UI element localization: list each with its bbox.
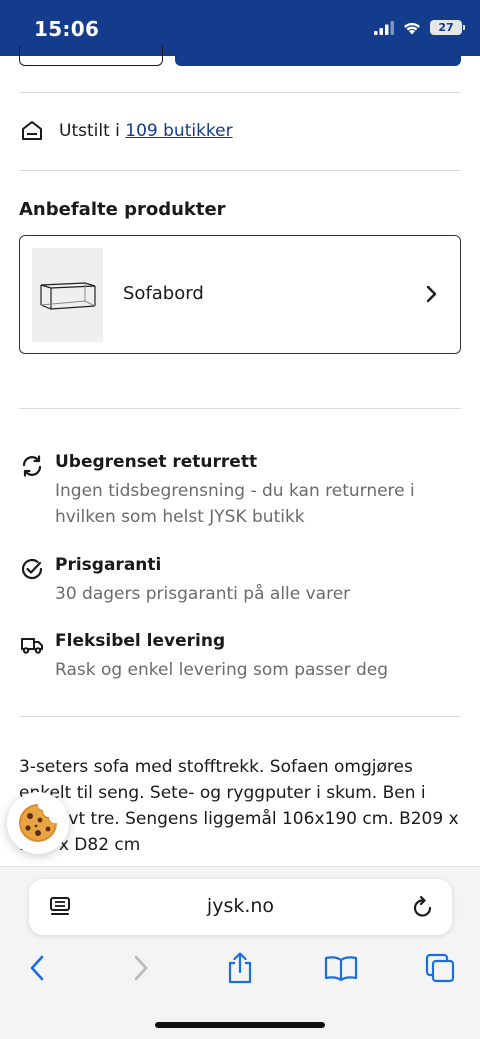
availability-prefix: Utstilt i bbox=[59, 121, 120, 141]
benefit-returns: Ubegrenset returrett Ingen tidsbegrensni… bbox=[19, 452, 461, 532]
forward-button[interactable] bbox=[126, 953, 156, 983]
wifi-icon bbox=[404, 22, 420, 34]
product-image bbox=[32, 248, 103, 342]
tabs-icon bbox=[425, 953, 455, 983]
home-indicator bbox=[155, 1022, 325, 1028]
benefit-text: 30 dagers prisgaranti på alle varer bbox=[55, 584, 351, 604]
share-button[interactable] bbox=[225, 952, 255, 984]
divider bbox=[19, 92, 461, 93]
product-card[interactable]: Sofabord bbox=[19, 235, 461, 354]
store-availability: Utstilt i 109 butikker bbox=[19, 118, 233, 144]
benefit-price-guarantee: Prisgaranti 30 dagers prisgaranti på all… bbox=[19, 555, 461, 605]
share-icon bbox=[228, 952, 252, 984]
coffee-table-image bbox=[39, 282, 96, 310]
benefit-delivery: Fleksibel levering Rask og enkel leverin… bbox=[19, 631, 461, 681]
bookmarks-icon bbox=[324, 956, 358, 981]
url-text: jysk.no bbox=[206, 895, 275, 917]
tabs-button[interactable] bbox=[425, 953, 455, 983]
benefit-text: Rask og enkel levering som passer deg bbox=[55, 660, 389, 680]
store-count-link[interactable]: 109 butikker bbox=[125, 121, 232, 141]
product-description: 3-seters sofa med stofftrekk. Sofaen omg… bbox=[19, 757, 459, 855]
benefit-title: Fleksibel levering bbox=[55, 631, 226, 651]
address-bar[interactable]: jysk.no bbox=[29, 879, 452, 935]
reload-icon[interactable] bbox=[412, 895, 434, 919]
chevron-right-icon bbox=[426, 285, 437, 303]
recommended-title: Anbefalte produkter bbox=[19, 199, 226, 220]
benefit-text: Ingen tidsbegrensning - du kan returnere… bbox=[55, 481, 415, 527]
chevron-right-icon bbox=[134, 955, 148, 981]
cellular-signal-icon bbox=[374, 20, 394, 35]
delivery-truck-icon bbox=[21, 638, 43, 654]
secondary-action-button[interactable] bbox=[19, 46, 163, 66]
chevron-left-icon bbox=[30, 955, 44, 981]
cookie-settings-button[interactable] bbox=[7, 792, 69, 854]
divider bbox=[19, 170, 461, 171]
product-name: Sofabord bbox=[123, 283, 204, 304]
add-to-cart-button[interactable] bbox=[175, 46, 461, 66]
divider bbox=[19, 716, 461, 717]
status-time: 15:06 bbox=[34, 17, 100, 41]
benefit-title: Prisgaranti bbox=[55, 555, 162, 575]
status-icons: 27 bbox=[374, 20, 465, 35]
check-circle-icon bbox=[21, 558, 43, 580]
cookie-icon bbox=[19, 804, 57, 842]
divider bbox=[19, 408, 461, 409]
return-arrows-icon bbox=[22, 455, 42, 477]
bookmarks-button[interactable] bbox=[324, 953, 358, 983]
browser-toolbar: jysk.no bbox=[0, 866, 480, 1039]
battery-indicator: 27 bbox=[430, 20, 465, 35]
back-button[interactable] bbox=[22, 953, 52, 983]
store-icon bbox=[22, 121, 42, 140]
benefit-title: Ubegrenset returrett bbox=[55, 452, 258, 472]
